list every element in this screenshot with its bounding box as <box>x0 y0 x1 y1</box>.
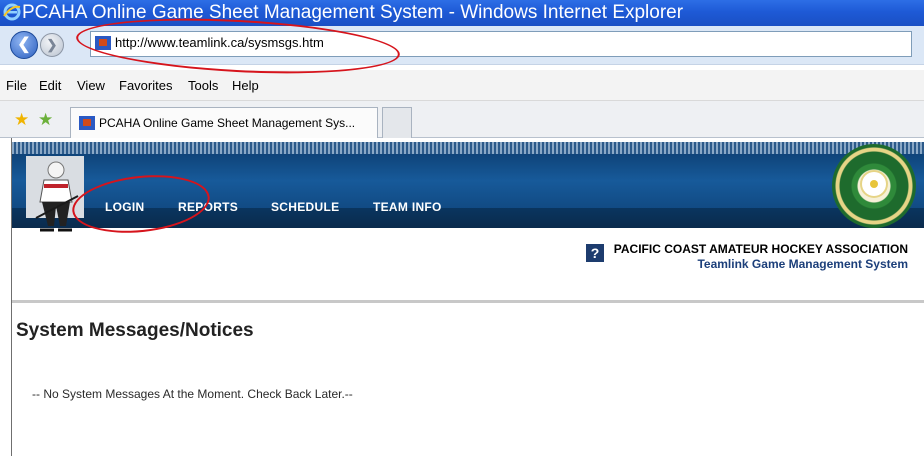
window-title: PCAHA Online Game Sheet Management Syste… <box>22 2 684 23</box>
address-url: http://www.teamlink.ca/sysmsgs.htm <box>115 35 324 50</box>
banner-pattern <box>12 142 924 154</box>
page-title: System Messages/Notices <box>16 320 254 341</box>
window-title-bar: PCAHA Online Game Sheet Management Syste… <box>0 0 924 26</box>
forward-button[interactable]: ❯ <box>40 33 64 57</box>
nav-team-info[interactable]: TEAM INFO <box>373 200 442 214</box>
tab-bar: ★ ★ PCAHA Online Game Sheet Management S… <box>0 101 924 138</box>
tab-active[interactable]: PCAHA Online Game Sheet Management Sys..… <box>70 107 378 138</box>
dogwood-flower-icon <box>862 172 886 196</box>
site-favicon-icon <box>95 36 111 50</box>
menu-favorites[interactable]: Favorites <box>119 78 172 93</box>
site-banner: LOGIN REPORTS SCHEDULE TEAM INFO <box>12 142 924 232</box>
association-logo <box>832 144 916 228</box>
help-icon[interactable]: ? <box>586 244 604 262</box>
menu-view[interactable]: View <box>77 78 105 93</box>
nav-login[interactable]: LOGIN <box>105 200 145 214</box>
menu-bar: File Edit View Favorites Tools Help <box>0 70 924 101</box>
address-toolbar: ❮ ❯ http://www.teamlink.ca/sysmsgs.htm <box>0 26 924 65</box>
banner-wave <box>12 208 924 228</box>
tab-favicon-icon <box>79 116 95 130</box>
back-arrow-icon: ❮ <box>17 36 31 53</box>
menu-edit[interactable]: Edit <box>39 78 61 93</box>
menu-help[interactable]: Help <box>232 78 259 93</box>
forward-arrow-icon: ❯ <box>46 37 58 52</box>
association-name: PACIFIC COAST AMATEUR HOCKEY ASSOCIATION <box>613 242 908 256</box>
favorites-center-icon[interactable]: ★ <box>14 110 29 130</box>
new-tab-button[interactable] <box>382 107 412 138</box>
menu-tools[interactable]: Tools <box>188 78 218 93</box>
nav-reports[interactable]: REPORTS <box>178 200 238 214</box>
header-divider <box>12 300 924 303</box>
ie-icon <box>3 3 21 21</box>
menu-file[interactable]: File <box>6 78 27 93</box>
nav-schedule[interactable]: SCHEDULE <box>271 200 339 214</box>
add-favorite-icon[interactable]: ★ <box>38 110 53 130</box>
back-button[interactable]: ❮ <box>10 31 38 59</box>
system-name: Teamlink Game Management System <box>697 257 908 271</box>
system-message: -- No System Messages At the Moment. Che… <box>32 387 353 401</box>
tab-label: PCAHA Online Game Sheet Management Sys..… <box>99 116 356 130</box>
page-viewport: LOGIN REPORTS SCHEDULE TEAM INFO ? PACIF… <box>11 138 924 456</box>
address-input[interactable]: http://www.teamlink.ca/sysmsgs.htm <box>90 31 912 57</box>
hockey-player-image <box>26 156 84 232</box>
